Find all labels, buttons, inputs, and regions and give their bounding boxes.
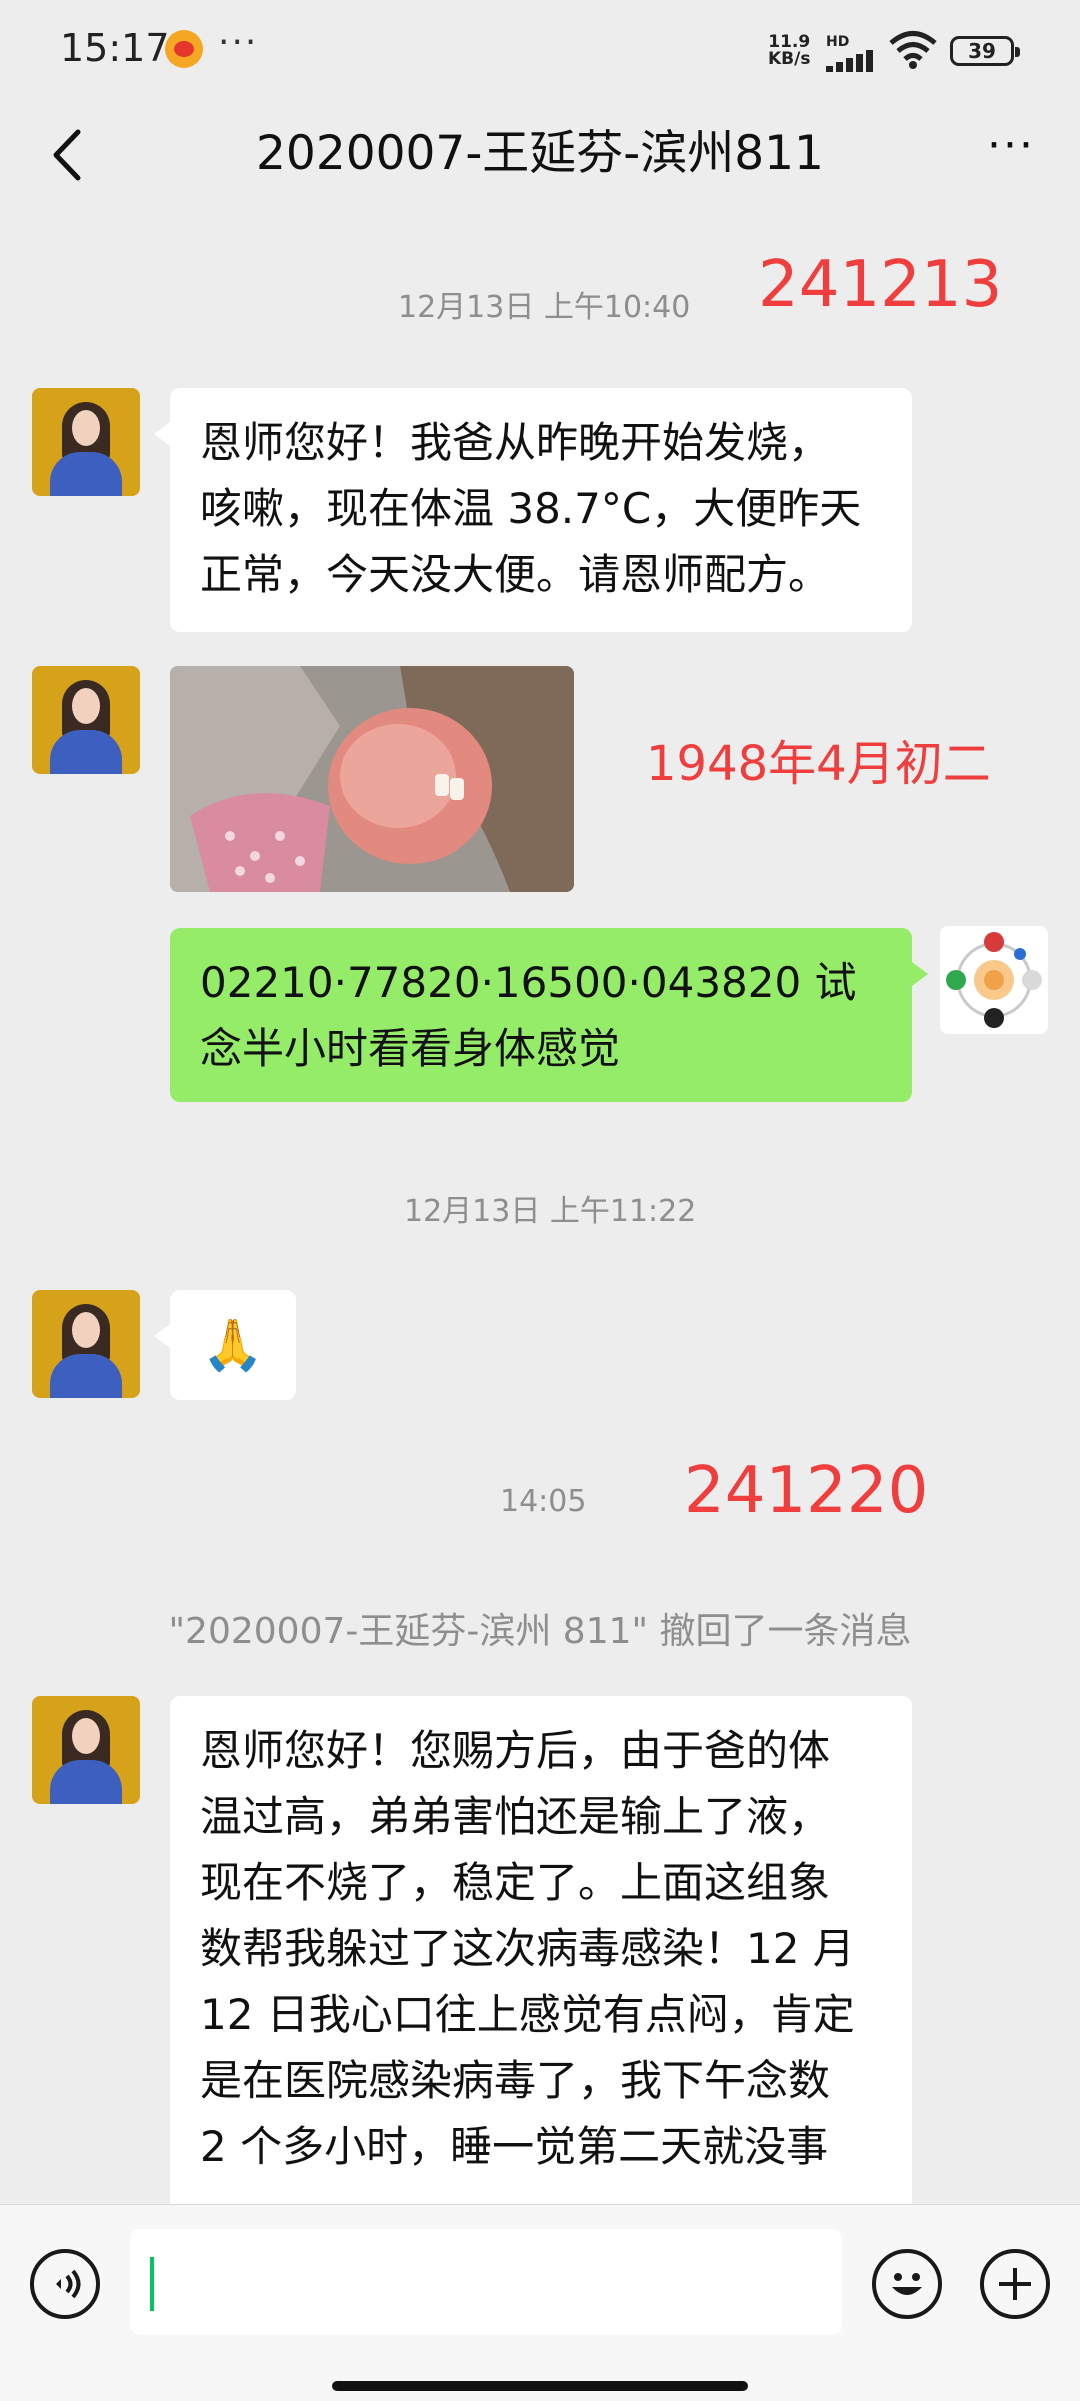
message-input[interactable] (130, 2229, 842, 2335)
voice-icon[interactable] (30, 2249, 100, 2319)
home-indicator[interactable] (332, 2381, 748, 2391)
date-annotation: 241220 (684, 1454, 929, 1528)
recall-notice: "2020007-王延芬-滨州 811" 撤回了一条消息 (168, 1611, 912, 1652)
hd-badge: HD (826, 34, 850, 50)
avatar[interactable] (32, 666, 140, 774)
avatar[interactable] (32, 388, 140, 496)
message-bubble-outgoing[interactable]: 02210·77820·16500·043820 试 念半小时看看身体感觉 (170, 928, 928, 1102)
tongue-photo[interactable] (170, 666, 574, 892)
text-caret (150, 2257, 154, 2311)
more-notifications-icon: ··· (218, 22, 259, 63)
status-time: 15:17 (60, 26, 170, 70)
message-bubble[interactable]: 恩师您好！我爸从昨晚开始发烧， 咳嗽，现在体温 38.7°C，大便昨天 正常，今… (154, 388, 912, 632)
wifi-icon (889, 31, 937, 69)
praying-hands-emoji: 🙏 (201, 1316, 265, 1374)
plus-icon[interactable] (980, 2249, 1050, 2319)
chat-title: 2020007-王延芬-滨州811 (256, 126, 824, 181)
chat-header: 2020007-王延芬-滨州811 ··· (0, 100, 1080, 210)
more-options-button[interactable]: ··· (976, 116, 1046, 176)
signal-icon (826, 50, 878, 72)
weibo-icon (165, 30, 203, 68)
my-avatar[interactable] (940, 926, 1048, 1034)
avatar[interactable] (32, 1696, 140, 1804)
avatar[interactable] (32, 1290, 140, 1398)
emoji-message[interactable]: 🙏 (154, 1290, 296, 1400)
birthdate-annotation: 1948年4月初二 (646, 736, 991, 792)
status-bar: 15:17 ··· 11.9 KB/s HD 39 (0, 0, 1080, 100)
timestamp: 12月13日 上午11:22 (404, 1194, 697, 1229)
five-elements-icon (946, 932, 1042, 1028)
timestamp: 12月13日 上午10:40 (398, 290, 691, 325)
date-annotation: 241213 (758, 248, 1003, 322)
emoji-icon[interactable] (872, 2249, 942, 2319)
message-bubble[interactable]: 恩师您好！您赐方后，由于爸的体 温过高，弟弟害怕还是输上了液， 现在不烧了，稳定… (170, 1696, 912, 2256)
network-speed: 11.9 KB/s (768, 32, 811, 69)
timestamp: 14:05 (500, 1484, 587, 1519)
battery-icon: 39 (950, 36, 1020, 66)
input-bar (0, 2204, 1080, 2401)
